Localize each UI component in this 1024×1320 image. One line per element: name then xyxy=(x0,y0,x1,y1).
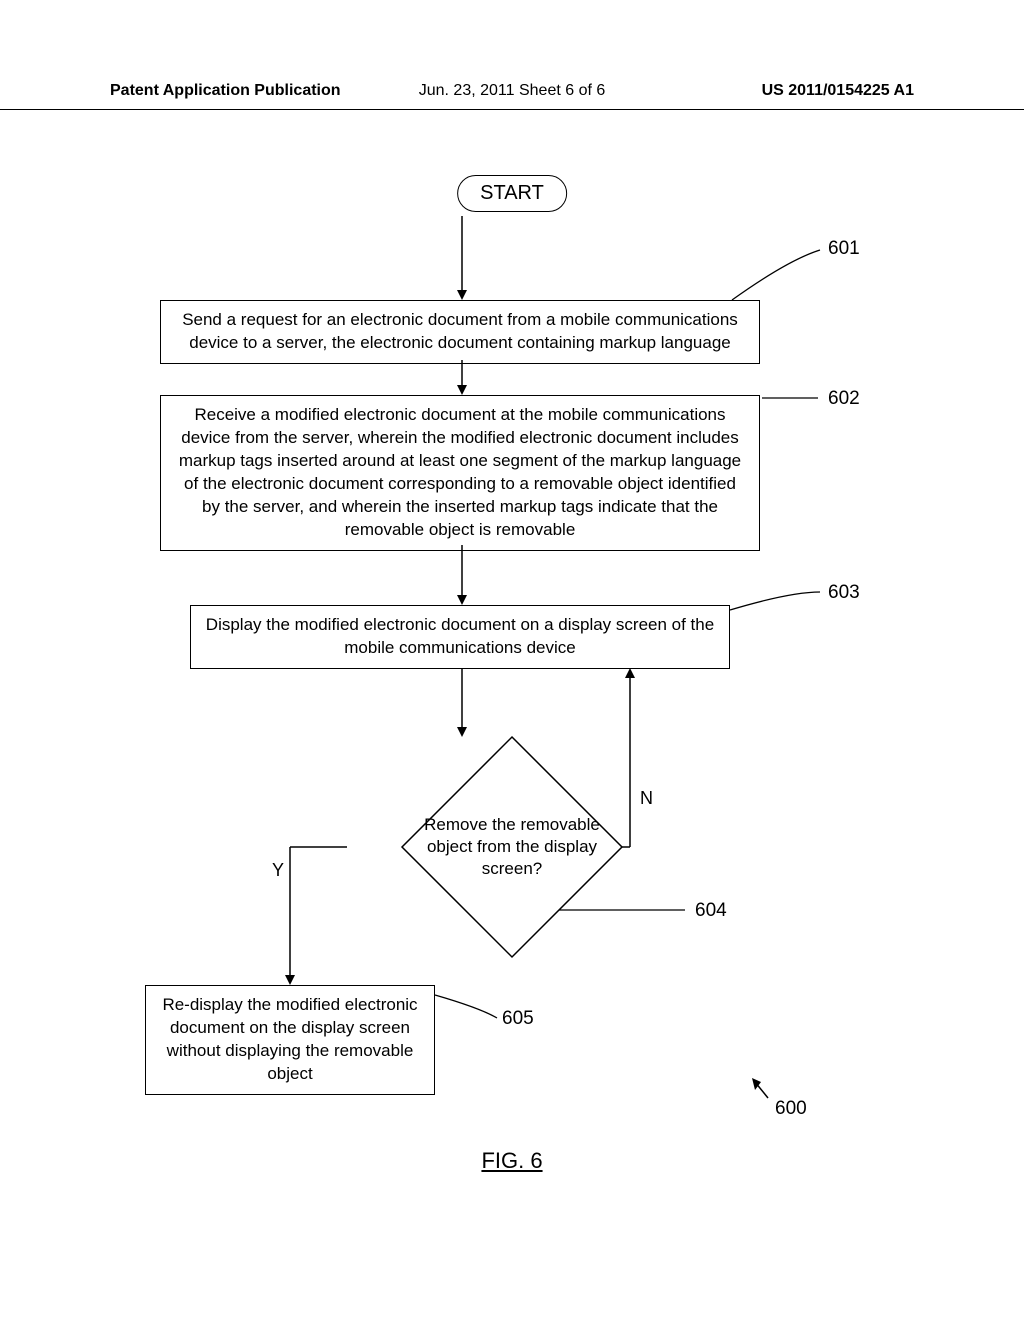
label-no: N xyxy=(640,788,653,809)
flowchart: START xyxy=(0,140,1024,1280)
ref-605: 605 xyxy=(502,1008,534,1030)
ref-601: 601 xyxy=(828,238,860,260)
step-605: Re-display the modified electronic docum… xyxy=(145,985,435,1095)
decision-604: Remove the removable object from the dis… xyxy=(397,732,627,962)
decision-text: Remove the removable object from the dis… xyxy=(407,814,617,880)
step-603: Display the modified electronic document… xyxy=(190,605,730,669)
header-right: US 2011/0154225 A1 xyxy=(762,82,914,100)
step-601: Send a request for an electronic documen… xyxy=(160,300,760,364)
ref-600: 600 xyxy=(775,1098,807,1120)
figure-label: FIG. 6 xyxy=(481,1148,542,1174)
ref-604: 604 xyxy=(695,900,727,922)
ref-602: 602 xyxy=(828,388,860,410)
label-yes: Y xyxy=(272,860,284,881)
header-mid: Jun. 23, 2011 Sheet 6 of 6 xyxy=(419,82,606,100)
page-header: Patent Application Publication Jun. 23, … xyxy=(0,82,1024,110)
step-602: Receive a modified electronic document a… xyxy=(160,395,760,551)
page: Patent Application Publication Jun. 23, … xyxy=(0,0,1024,1320)
header-left: Patent Application Publication xyxy=(110,82,341,100)
ref-603: 603 xyxy=(828,582,860,604)
